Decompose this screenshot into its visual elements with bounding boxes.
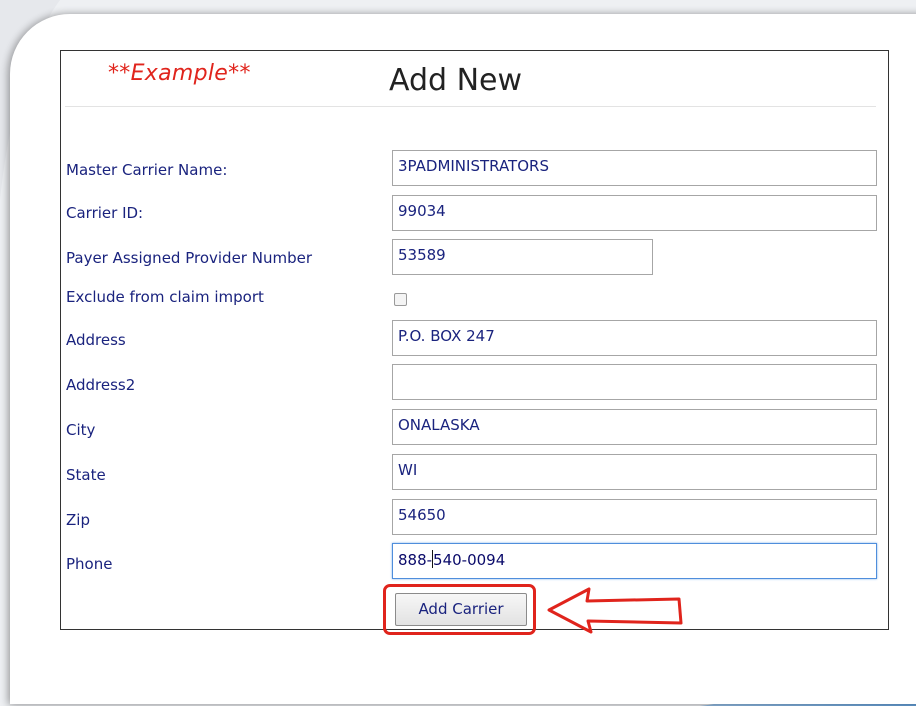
page-title: Add New [389,63,523,98]
address2-label: Address2 [66,376,136,394]
payer-provider-number-input[interactable]: 53589 [392,239,653,275]
carrier-id-input[interactable]: 99034 [392,195,877,231]
state-label: State [66,466,106,484]
master-carrier-name-label: Master Carrier Name: [66,161,228,179]
example-label: **Example** [108,61,251,86]
address-label: Address [66,331,126,349]
add-carrier-form: **Example** Add New Master Carrier Name:… [60,50,889,635]
exclude-claim-import-checkbox[interactable] [394,293,407,306]
phone-value-after-caret: 540-0094 [433,551,506,569]
zip-input[interactable]: 54650 [392,499,877,535]
carrier-id-label: Carrier ID: [66,204,144,222]
payer-provider-number-label: Payer Assigned Provider Number [66,249,312,267]
city-input[interactable]: ONALASKA [392,409,877,445]
master-carrier-name-input[interactable]: 3PADMINISTRATORS [392,150,877,186]
address2-input[interactable] [392,364,877,400]
add-carrier-button[interactable]: Add Carrier [395,593,527,626]
phone-value-before-caret: 888- [398,551,433,569]
state-input[interactable]: WI [392,454,877,490]
heading-divider [65,106,876,107]
exclude-claim-import-label: Exclude from claim import [66,288,264,306]
address-input[interactable]: P.O. BOX 247 [392,320,877,356]
zip-label: Zip [66,511,90,529]
left-arrow-icon [547,587,683,634]
phone-label: Phone [66,555,113,573]
phone-input[interactable]: 888-540-0094 [392,543,877,579]
city-label: City [66,421,96,439]
